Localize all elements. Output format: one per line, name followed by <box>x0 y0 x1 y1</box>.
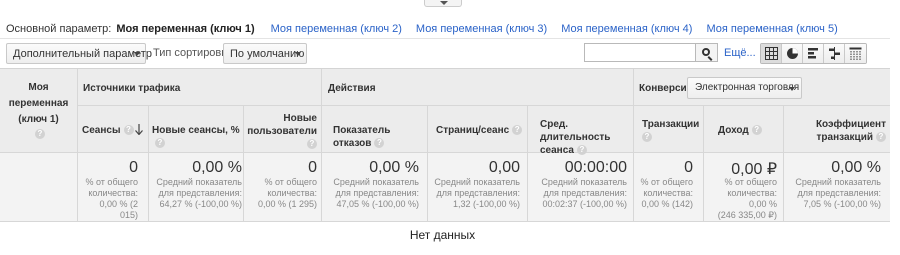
total-sessions: 0 <box>129 159 138 176</box>
total-transactions: 0 <box>684 159 693 176</box>
total-new-sessions-pct-note: Средний показатель для представления: 64,2… <box>156 177 242 209</box>
performance-view-button[interactable] <box>803 44 824 63</box>
view-switcher <box>760 43 867 64</box>
pie-view-icon <box>787 48 798 59</box>
advanced-filter-link[interactable]: Ещё... <box>724 47 756 59</box>
total-bounce-rate: 0,00 % <box>369 159 419 176</box>
help-icon[interactable]: ? <box>123 125 134 136</box>
primary-dimension-active: Моя переменная (ключ 1) <box>116 23 255 35</box>
group-header-conversions: Конверсии <box>639 83 693 94</box>
table-toolbar: Дополнительный параметр Тип сортировки: … <box>0 42 900 66</box>
total-revenue-note: % от общего количества: 0,00 % (246 335,00 … <box>717 177 777 220</box>
column-header-bounce-rate[interactable]: Показатель отказов? <box>333 124 425 150</box>
sort-type-dropdown[interactable]: По умолчанию <box>223 43 307 64</box>
chevron-down-icon <box>295 52 301 56</box>
total-new-users-note: % от общего количества: 0,00 % (1 295) <box>257 177 317 209</box>
total-new-users: 0 <box>308 159 317 176</box>
total-conversion-rate: 0,00 % <box>831 159 881 176</box>
search-icon <box>702 48 710 56</box>
table-view-icon <box>765 47 778 60</box>
column-header-transactions[interactable]: Транзакции ? <box>642 118 702 144</box>
total-pages-per-session: 0,00 <box>488 159 520 176</box>
data-table: Моя переменная (ключ 1) ? Источники траф… <box>0 68 890 248</box>
total-avg-session-duration: 00:00:00 <box>564 159 627 176</box>
primary-dimension-link-key5[interactable]: Моя переменная (ключ 5) <box>706 23 837 35</box>
help-icon[interactable]: ? <box>751 125 762 136</box>
help-icon[interactable]: ? <box>876 132 886 143</box>
collapse-tab[interactable] <box>424 0 462 7</box>
table-search-input[interactable] <box>584 43 696 62</box>
help-icon[interactable]: ? <box>35 129 45 140</box>
column-header-revenue[interactable]: Доход? <box>718 124 782 137</box>
chevron-down-icon <box>789 87 795 91</box>
column-header-avg-session-duration[interactable]: Сред. длительность сеанса? <box>540 118 632 157</box>
conversion-type-dropdown[interactable]: Электронная торговля <box>687 77 802 99</box>
group-header-actions: Действия <box>328 83 376 94</box>
table-view-button[interactable] <box>761 44 782 63</box>
secondary-dimension-dropdown[interactable]: Дополнительный параметр <box>6 43 152 64</box>
help-icon[interactable]: ? <box>307 139 317 150</box>
conversion-type-value: Электронная торговля <box>695 82 800 93</box>
pie-view-button[interactable] <box>782 44 803 63</box>
sort-type-value: По умолчанию <box>230 47 305 60</box>
help-icon[interactable]: ? <box>512 125 523 136</box>
total-revenue: 0,00 ₽ <box>731 161 777 178</box>
secondary-dimension-label: Дополнительный параметр <box>13 47 152 60</box>
pivot-view-icon <box>849 47 862 60</box>
help-icon[interactable]: ? <box>374 138 385 149</box>
column-header-pages-per-session[interactable]: Страниц/сеанс? <box>436 124 526 137</box>
total-conversion-rate-note: Средний показатель для представления: 7,05… <box>795 177 881 209</box>
column-header-conversion-rate[interactable]: Коэффициент транзакций? <box>786 118 886 144</box>
column-header-new-users[interactable]: Новые пользователи ? <box>245 112 317 151</box>
help-icon[interactable]: ? <box>642 132 652 143</box>
column-header-sessions[interactable]: Сеансы? <box>82 124 146 137</box>
primary-dimension-link-key4[interactable]: Моя переменная (ключ 4) <box>561 23 692 35</box>
comparison-view-button[interactable] <box>824 44 845 63</box>
pivot-view-button[interactable] <box>845 44 866 63</box>
column-header-new-sessions-pct[interactable]: Новые сеансы, %? <box>152 124 242 150</box>
total-sessions-note: % от общего количества: 0,00 % (2 015) <box>85 177 139 220</box>
search-button[interactable] <box>696 43 718 62</box>
primary-dimension-link-key2[interactable]: Моя переменная (ключ 2) <box>271 23 402 35</box>
comparison-view-icon <box>829 47 840 60</box>
sort-desc-arrow-icon <box>135 124 143 135</box>
group-header-traffic: Источники трафика <box>83 83 181 94</box>
help-icon[interactable]: ? <box>155 138 165 149</box>
empty-table-message: Нет данных <box>409 228 476 242</box>
dimension-column-header[interactable]: Моя переменная (ключ 1) ? <box>0 81 77 141</box>
primary-dimension-label: Основной параметр: <box>6 23 112 35</box>
total-pages-per-session-note: Средний показатель для представления: 1,32… <box>434 177 520 209</box>
total-avg-session-duration-note: Средний показатель для представления: 00:0… <box>541 177 627 209</box>
divider <box>0 38 890 39</box>
total-bounce-rate-note: Средний показатель для представления: 47,0… <box>333 177 419 209</box>
chevron-down-icon <box>134 52 140 56</box>
performance-view-icon <box>808 48 818 59</box>
total-transactions-note: % от общего количества: 0,00 % (142) <box>640 177 694 209</box>
total-new-sessions-pct: 0,00 % <box>192 159 242 176</box>
primary-dimension-link-key3[interactable]: Моя переменная (ключ 3) <box>416 23 547 35</box>
help-icon[interactable]: ? <box>576 145 587 156</box>
primary-dimension-bar: Основной параметр: Моя переменная (ключ … <box>6 22 852 36</box>
